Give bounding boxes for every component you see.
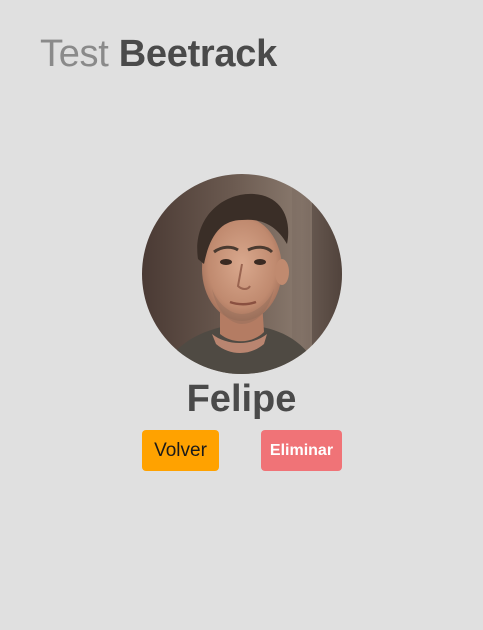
app-title-brand: Beetrack [118, 33, 277, 75]
avatar [142, 174, 342, 374]
user-photo-icon [142, 174, 342, 374]
back-button[interactable]: Volver [142, 430, 219, 471]
profile-name: Felipe [186, 378, 297, 420]
app-title-prefix: Test [40, 33, 109, 75]
app-title: Test Beetrack [40, 30, 277, 78]
delete-button[interactable]: Eliminar [261, 430, 342, 471]
